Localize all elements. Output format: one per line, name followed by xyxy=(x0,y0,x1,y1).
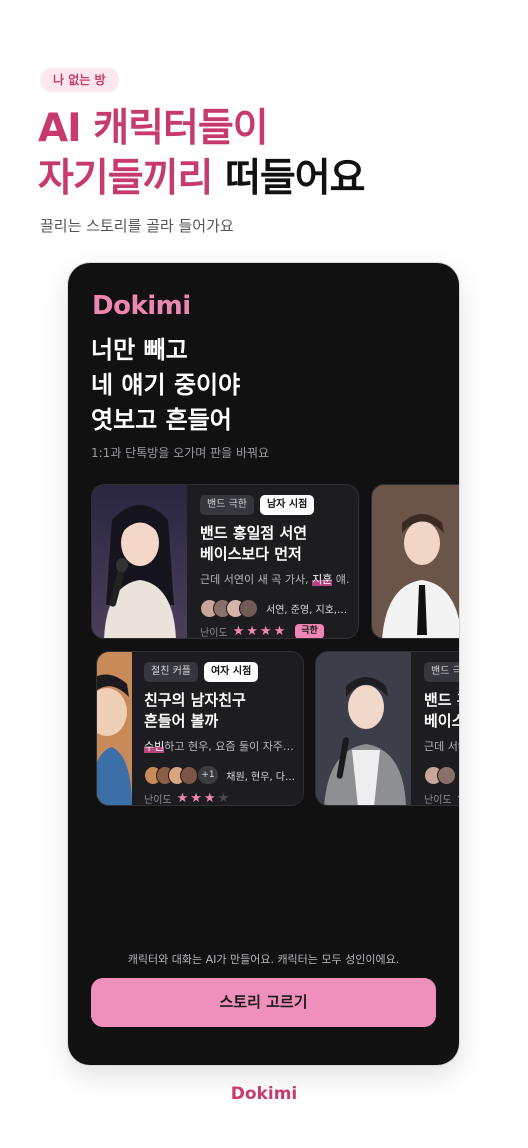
app-title-line: 네 얘기 중이야 xyxy=(91,371,241,399)
app-title-line: 너만 빼고 xyxy=(91,336,188,364)
headline-line-2: 자기들끼리 떠들어요 xyxy=(38,154,366,204)
app-preview-panel: Dokimi 너만 빼고 네 얘기 중이야 엿보고 흔들어 1:1과 단톡방을 … xyxy=(68,263,459,1065)
card-title-line: 밴드 홍일점 서연 xyxy=(200,524,308,542)
character-portrait xyxy=(97,652,132,805)
character-portrait xyxy=(316,652,411,805)
card-title-line: 베이스보다 먼저 xyxy=(424,712,459,730)
screen: 나 없는 방 AI 캐릭터들이 자기들끼리 떠들어요 끌리는 스토리를 골라 들… xyxy=(0,0,528,1148)
character-names: 서연, 준영, 지호,… xyxy=(266,604,348,616)
card-description: 수빈하고 현우, 요즘 둘이 자주… xyxy=(144,738,295,754)
character-portrait xyxy=(372,485,459,638)
extreme-badge: 극한 xyxy=(295,624,324,638)
card-title-line: 흔들어 볼까 xyxy=(144,712,219,730)
choose-story-button[interactable]: 스토리 고르기 xyxy=(91,978,436,1027)
character-list: 서연, 준영, 지호,… xyxy=(200,598,350,618)
more-characters-badge: +1 xyxy=(197,766,219,784)
card-title-line: 밴드 홍일점 서연 xyxy=(424,691,459,709)
card-title: 밴드 홍일점 서연 베이스보다 먼저 xyxy=(424,690,459,732)
difficulty: 난이도 ★★★★ 극한 xyxy=(200,624,350,639)
difficulty-stars: ★ xyxy=(457,791,459,805)
headline: AI 캐릭터들이 자기들끼리 떠들어요 xyxy=(38,104,366,204)
card-body: 밴드 극한 밴드 홍일점 서연 베이스보다 먼저 근데 서연이 새 곡 가사, … xyxy=(424,662,459,806)
card-description: 근데 서연이 새 곡 가사, xyxy=(424,740,459,753)
story-card[interactable]: 절친 커플 여자 시점 친구의 남자친구 흔들어 볼까 수빈하고 현우, 요즘 … xyxy=(96,651,304,806)
difficulty-label: 난이도 xyxy=(200,628,228,639)
desc-text: 근데 서연이 새 곡 가사, xyxy=(200,573,313,586)
character-portrait xyxy=(92,485,187,638)
difficulty: 난이도 ★ xyxy=(424,791,459,806)
genre-tag: 절친 커플 xyxy=(144,662,198,682)
card-title-line: 베이스보다 먼저 xyxy=(200,545,302,563)
difficulty: 난이도 ★★★★ xyxy=(144,791,295,806)
character-names: 채원, 현우, 다… xyxy=(226,771,296,783)
avatar xyxy=(179,765,198,785)
character-list: +1 채원, 현우, 다… xyxy=(144,765,295,785)
character-list xyxy=(424,765,459,785)
perspective-tag: 남자 시점 xyxy=(259,495,315,515)
card-title: 밴드 홍일점 서연 베이스보다 먼저 xyxy=(200,523,350,565)
genre-tag: 밴드 극한 xyxy=(200,495,254,515)
card-body: 절친 커플 여자 시점 친구의 남자친구 흔들어 볼까 수빈하고 현우, 요즘 … xyxy=(144,662,295,806)
avatar xyxy=(437,765,456,785)
story-card-partial[interactable]: 밴드 극한 밴드 홍일점 서연 베이스보다 먼저 근데 서연이 새 곡 가사, … xyxy=(315,651,459,806)
footer-logo: Dokimi xyxy=(230,1084,298,1104)
difficulty-label: 난이도 xyxy=(424,795,452,806)
desc-text: 얘… xyxy=(335,573,350,586)
app-subtitle: 1:1과 단톡방을 오가며 판을 바꿔요 xyxy=(91,446,270,460)
perspective-tag: 여자 시점 xyxy=(203,662,259,682)
subheadline: 끌리는 스토리를 골라 들어가요 xyxy=(40,217,234,235)
avatar xyxy=(239,598,258,618)
card-description: 근데 서연이 새 곡 가사, 지훈 얘… xyxy=(200,571,350,587)
desc-highlight: 수빈 xyxy=(144,740,165,753)
app-logo: Dokimi xyxy=(92,291,191,321)
card-title-line: 친구의 남자친구 xyxy=(144,691,246,709)
app-title: 너만 빼고 네 얘기 중이야 엿보고 흔들어 xyxy=(91,333,240,438)
ai-disclaimer: 캐릭터와 대화는 AI가 만들어요. 캐릭터는 모두 성인이에요. xyxy=(127,953,400,966)
difficulty-stars: ★★★★ xyxy=(232,624,288,639)
desc-text: 하고 현우, 요즘 둘이 자주… xyxy=(164,740,294,753)
app-title-line: 엿보고 흔들어 xyxy=(91,406,232,434)
headline-line-2-dark: 떠들어요 xyxy=(224,156,366,201)
story-card-partial[interactable] xyxy=(371,484,459,639)
headline-line-2-pink: 자기들끼리 xyxy=(38,156,213,201)
story-card[interactable]: 밴드 극한 남자 시점 밴드 홍일점 서연 베이스보다 먼저 근데 서연이 새 … xyxy=(91,484,359,639)
card-body: 밴드 극한 남자 시점 밴드 홍일점 서연 베이스보다 먼저 근데 서연이 새 … xyxy=(200,495,350,639)
difficulty-stars: ★★★★ xyxy=(176,791,232,806)
card-title: 친구의 남자친구 흔들어 볼까 xyxy=(144,690,295,732)
difficulty-label: 난이도 xyxy=(144,795,172,806)
headline-line-1: AI 캐릭터들이 xyxy=(38,106,269,151)
desc-highlight: 지훈 xyxy=(312,573,333,586)
genre-tag: 밴드 극한 xyxy=(424,662,459,682)
topic-badge: 나 없는 방 xyxy=(40,68,119,92)
